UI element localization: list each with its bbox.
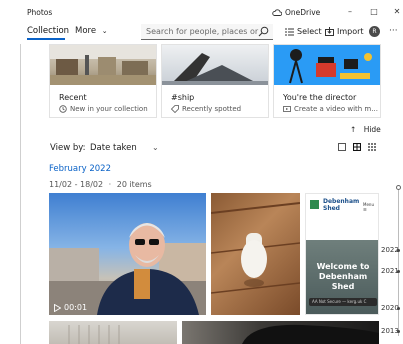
card-title: #ship (171, 93, 195, 102)
browser-url: AA Not Secure — kerg.uk C (312, 299, 367, 304)
import-button[interactable]: Import (325, 27, 364, 36)
hide-label: Hide (363, 125, 381, 134)
onedrive-label: OneDrive (285, 8, 321, 17)
hide-button[interactable]: ↑ Hide (350, 125, 381, 134)
small-tiles-icon[interactable] (368, 143, 376, 151)
card-title: Recent (59, 93, 87, 102)
month-heading[interactable]: February 2022 (49, 164, 111, 174)
wood-object-image (211, 202, 300, 294)
card-director-thumbnail (274, 45, 380, 85)
timeline-marker (397, 330, 400, 333)
onedrive-button[interactable]: OneDrive (272, 8, 320, 17)
close-button[interactable]: ✕ (390, 7, 403, 16)
chevron-down-icon[interactable]: ⌄ (152, 143, 159, 152)
dark-object-image (242, 324, 379, 344)
cloud-icon (272, 9, 282, 16)
tab-more[interactable]: More ⌄ (75, 26, 108, 36)
card-ship[interactable]: #ship Recently spotted (161, 44, 269, 118)
search-input[interactable]: Search for people, places or (141, 24, 273, 40)
date-range: 11/02 - 18/02 · 20 items (49, 180, 152, 189)
video-duration: 00:01 (64, 303, 88, 312)
view-by-label: View by: (50, 143, 86, 153)
chevron-up-icon: ↑ (350, 125, 357, 134)
ship-image (162, 53, 268, 85)
site-menu: Menu ☰ (363, 202, 374, 212)
title-bar: Photos OneDrive – □ ✕ (0, 0, 403, 22)
timeline-marker (397, 307, 400, 310)
card-subtitle-text: Create a video with m... (294, 105, 378, 113)
photo-white-object[interactable] (211, 193, 300, 315)
view-by-dropdown[interactable]: Date taken (90, 143, 137, 153)
import-icon (325, 27, 334, 36)
card-recent-thumbnail (50, 45, 156, 85)
card-ship-thumbnail (162, 45, 268, 85)
card-recent[interactable]: Recent New in your collection (49, 44, 157, 118)
timeline-scrubber[interactable] (398, 186, 399, 336)
card-director[interactable]: You're the director Create a video with … (273, 44, 381, 118)
window-left-border (20, 44, 21, 344)
tag-icon (171, 105, 179, 113)
card-subtitle-text: New in your collection (70, 105, 148, 113)
photo-row2-2[interactable] (182, 321, 379, 344)
video-create-icon (283, 106, 291, 112)
timeline-marker (397, 270, 400, 273)
site-header: Debenham Shed (323, 198, 360, 212)
more-options-button[interactable]: ··· (389, 26, 398, 36)
browser-bar: AA Not Secure — kerg.uk C (309, 298, 377, 306)
timeline-marker (397, 249, 400, 252)
play-icon (54, 303, 61, 312)
tab-collection[interactable]: Collection (27, 26, 69, 36)
card-subtitle: New in your collection (59, 105, 148, 113)
app-title: Photos (27, 8, 53, 17)
import-label: Import (337, 27, 364, 36)
workbench-image (50, 45, 156, 85)
photo-phone-screenshot[interactable]: Debenham Shed Menu ☰ Welcome to Debenham… (305, 193, 379, 315)
photo-video-man[interactable]: 00:01 (49, 193, 206, 315)
site-welcome: Welcome to Debenham Shed (316, 262, 370, 291)
director-illustration (289, 49, 372, 84)
video-badge: 00:01 (54, 303, 87, 312)
search-placeholder: Search for people, places or (146, 27, 259, 36)
date-range-text: 11/02 - 18/02 (49, 180, 104, 189)
clock-icon (59, 105, 67, 113)
select-button[interactable]: Select (285, 27, 322, 36)
card-title: You're the director (283, 93, 357, 102)
maximize-button[interactable]: □ (367, 7, 381, 16)
large-tiles-icon[interactable] (338, 143, 346, 151)
search-icon[interactable] (258, 26, 269, 37)
medium-tiles-icon[interactable] (353, 143, 361, 151)
man-portrait-image (49, 223, 206, 315)
select-list-icon (285, 28, 294, 35)
site-logo (310, 200, 319, 209)
minimize-button[interactable]: – (343, 7, 357, 16)
card-subtitle-text: Recently spotted (182, 105, 242, 113)
tab-active-indicator (27, 38, 65, 40)
site-hero: Welcome to Debenham Shed AA Not Secure —… (306, 240, 378, 314)
photo-row2-1[interactable] (49, 321, 177, 344)
tab-more-label: More (75, 26, 97, 36)
date-separator: · (108, 180, 112, 189)
timeline-handle[interactable] (396, 185, 401, 190)
chevron-down-icon: ⌄ (101, 27, 108, 35)
select-label: Select (297, 27, 322, 36)
item-count: 20 items (116, 180, 152, 189)
card-subtitle: Recently spotted (171, 105, 241, 113)
radiator-image (68, 325, 120, 344)
avatar[interactable]: R (369, 26, 380, 37)
card-subtitle: Create a video with m... (283, 105, 378, 113)
